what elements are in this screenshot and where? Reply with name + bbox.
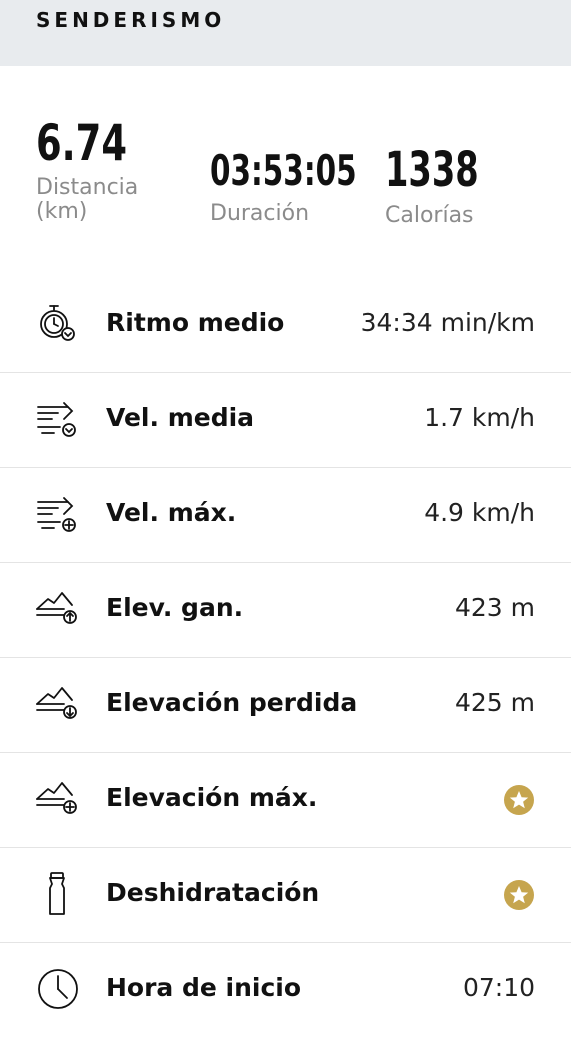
calories-stat: 1338 Calorías xyxy=(385,146,505,228)
metric-label: Deshidratación xyxy=(106,878,320,907)
calories-label: Calorías xyxy=(385,203,474,228)
stopwatch-pace-icon xyxy=(34,300,82,348)
metric-row-elevation-max: Elevación máx. xyxy=(0,752,571,847)
duration-stat: 03:53:05 Duración xyxy=(210,150,398,226)
distance-value: 6.74 xyxy=(36,114,128,172)
premium-star-icon[interactable] xyxy=(504,880,534,910)
calories-value: 1338 xyxy=(385,142,479,198)
app-header: SENDERISMO xyxy=(0,0,571,66)
metric-row-avg-speed: Vel. media 1.7 km/h xyxy=(0,372,571,467)
metric-row-elevation-loss: Elevación perdida 425 m xyxy=(0,657,571,752)
duration-value: 03:53:05 xyxy=(210,146,357,195)
distance-label-line1: Distancia xyxy=(36,175,139,200)
summary-stats: 6.74 Distancia (km) 03:53:05 Duración 13… xyxy=(0,66,571,278)
metric-value: 34:34 min/km xyxy=(360,308,535,337)
distance-stat: 6.74 Distancia (km) xyxy=(36,118,147,224)
metric-label: Hora de inicio xyxy=(106,973,302,1002)
metric-label: Elevación máx. xyxy=(106,783,318,812)
page-title: SENDERISMO xyxy=(36,8,226,32)
metric-row-dehydration: Deshidratación xyxy=(0,847,571,942)
distance-label: Distancia (km) xyxy=(36,176,147,224)
elevation-gain-icon xyxy=(34,585,82,633)
elevation-max-icon xyxy=(34,775,82,823)
metric-value: 423 m xyxy=(454,593,535,622)
bottle-icon xyxy=(34,870,82,918)
metric-label: Vel. media xyxy=(106,403,255,432)
metric-value: 1.7 km/h xyxy=(424,403,535,432)
metric-value: 425 m xyxy=(454,688,535,717)
metric-label: Elevación perdida xyxy=(106,688,358,717)
metric-row-start-time: Hora de inicio 07:10 xyxy=(0,942,571,1037)
metric-row-avg-pace: Ritmo medio 34:34 min/km xyxy=(0,278,571,372)
clock-icon xyxy=(34,965,82,1013)
premium-star-icon[interactable] xyxy=(504,785,534,815)
elevation-loss-icon xyxy=(34,680,82,728)
metric-label: Elev. gan. xyxy=(106,593,244,622)
distance-label-line2: (km) xyxy=(36,199,88,224)
metric-value: 07:10 xyxy=(462,973,535,1002)
duration-label: Duración xyxy=(210,201,310,226)
metric-label: Vel. máx. xyxy=(106,498,237,527)
metric-row-max-speed: Vel. máx. 4.9 km/h xyxy=(0,467,571,562)
metrics-list: Ritmo medio 34:34 min/km Vel. media 1.7 … xyxy=(0,278,571,1037)
metric-label: Ritmo medio xyxy=(106,308,285,337)
speed-max-icon xyxy=(34,490,82,538)
metric-value: 4.9 km/h xyxy=(424,498,535,527)
speed-average-icon xyxy=(34,395,82,443)
metric-row-elevation-gain: Elev. gan. 423 m xyxy=(0,562,571,657)
